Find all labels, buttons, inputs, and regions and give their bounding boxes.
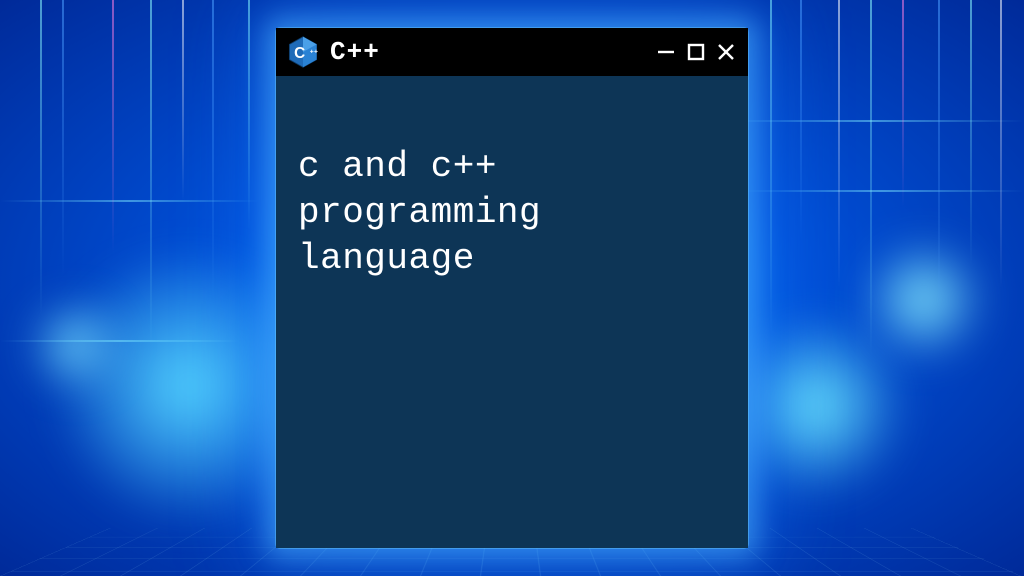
window-title: C++	[330, 37, 380, 67]
close-button[interactable]	[716, 42, 736, 62]
minimize-button[interactable]	[656, 42, 676, 62]
terminal-window: C + + C++ c and c++ programming language	[276, 28, 748, 548]
svg-text:+: +	[314, 49, 318, 56]
titlebar[interactable]: C + + C++	[276, 28, 748, 76]
maximize-icon	[686, 42, 706, 62]
window-controls	[656, 42, 736, 62]
terminal-body[interactable]: c and c++ programming language	[276, 76, 748, 548]
svg-text:+: +	[310, 49, 314, 56]
minimize-icon	[656, 42, 676, 62]
terminal-text: c and c++ programming language	[298, 146, 541, 279]
close-icon	[716, 42, 736, 62]
svg-text:C: C	[294, 45, 305, 62]
cpp-hex-icon: C + +	[286, 35, 320, 69]
maximize-button[interactable]	[686, 42, 706, 62]
